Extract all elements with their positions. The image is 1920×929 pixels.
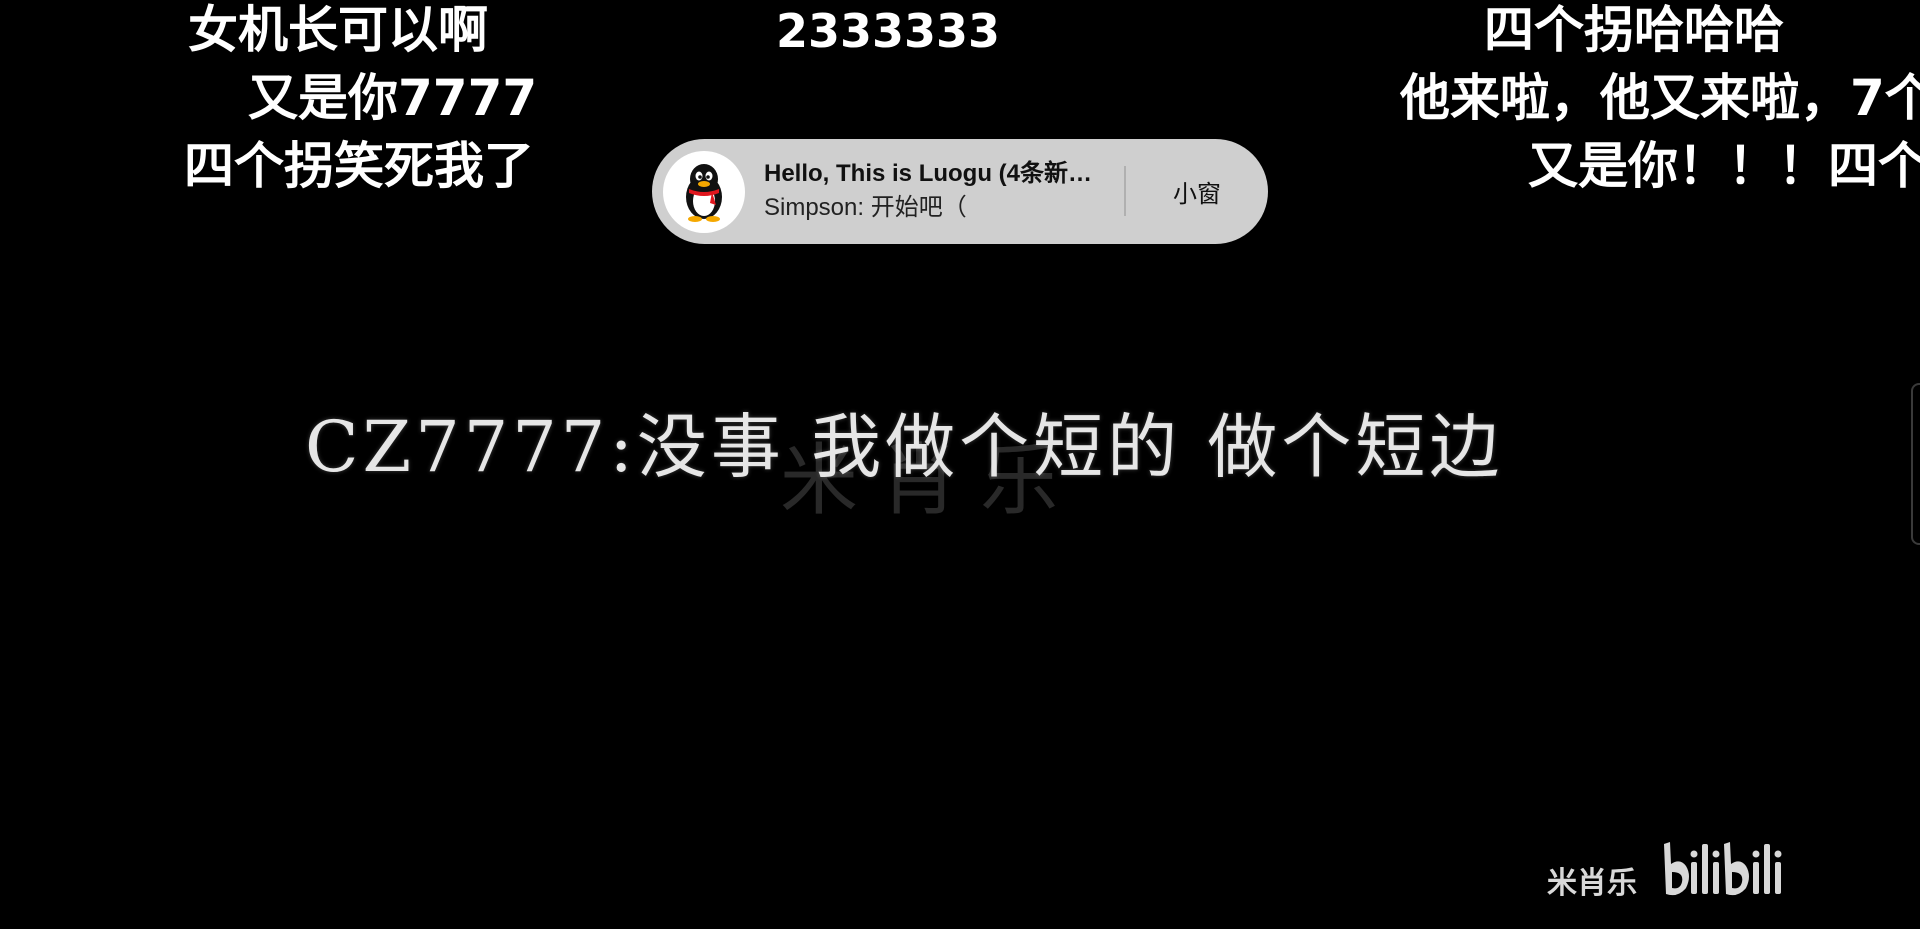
- video-player-stage[interactable]: 女机长可以啊 2333333 四个拐哈哈哈 又是你7777 他来啦，他又来啦，7…: [0, 0, 1920, 929]
- danmaku-comment: 2333333: [776, 4, 1001, 58]
- qq-penguin-icon: [663, 151, 745, 233]
- message-notification[interactable]: Hello, This is Luogu (4条新消息) Simpson: 开始…: [652, 139, 1268, 244]
- danmaku-comment: 又是你！！！四个: [1528, 137, 1920, 195]
- danmaku-comment: 他来啦，他又来啦，7个: [1400, 69, 1920, 127]
- danmaku-comment: 四个拐笑死我了: [184, 137, 534, 195]
- notification-title: Hello, This is Luogu (4条新消息): [764, 160, 1099, 187]
- uploader-watermark: 米肖乐: [1547, 866, 1637, 901]
- danmaku-comment: 又是你7777: [248, 69, 538, 127]
- video-subtitle: CZ7777:没事 我做个短的 做个短边: [305, 406, 1504, 488]
- notification-message: Simpson: 开始吧（: [764, 194, 967, 221]
- danmaku-comment: 女机长可以啊: [188, 1, 488, 59]
- side-drawer-handle[interactable]: [1911, 383, 1920, 545]
- bilibili-logo-icon: [1660, 838, 1786, 904]
- floating-window-button[interactable]: 小窗: [1126, 139, 1268, 244]
- danmaku-comment: 四个拐哈哈哈: [1484, 1, 1784, 59]
- notification-content: Hello, This is Luogu (4条新消息) Simpson: 开始…: [764, 159, 1099, 225]
